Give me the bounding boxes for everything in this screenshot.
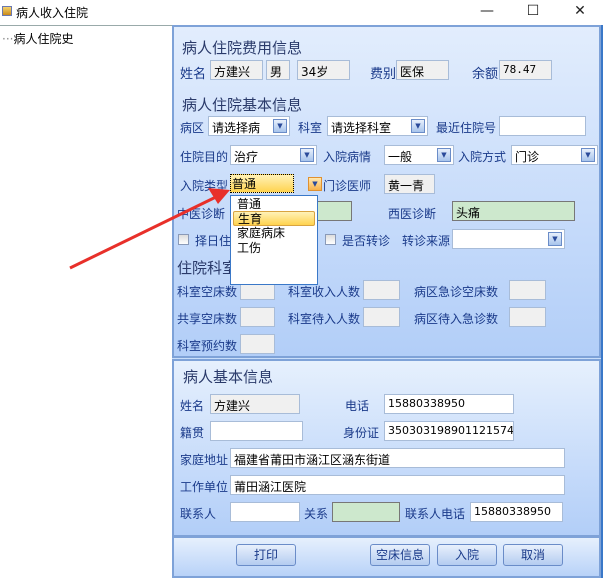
red-arrow-annotation — [69, 188, 230, 270]
arrow-shaft — [69, 194, 219, 270]
arrow-head — [208, 188, 230, 204]
